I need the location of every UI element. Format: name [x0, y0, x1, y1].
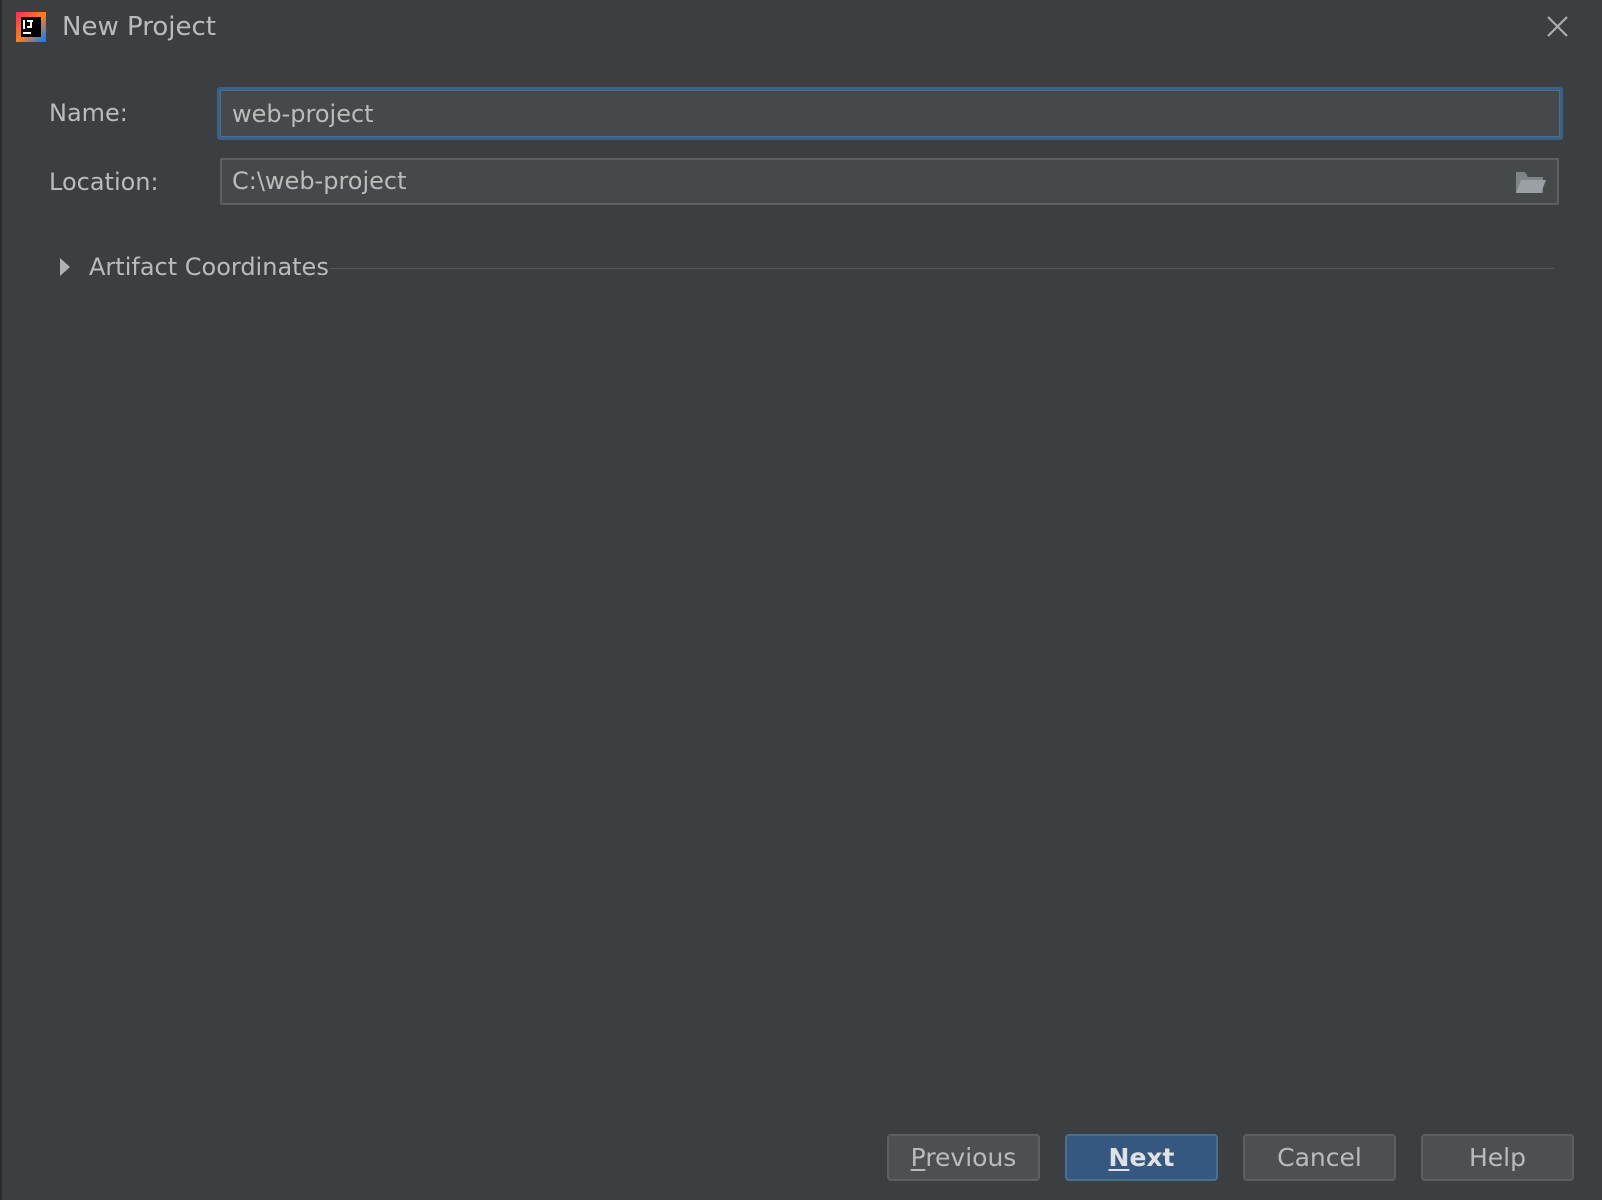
location-field[interactable] [220, 158, 1559, 205]
previous-label: revious [925, 1143, 1017, 1172]
window-title: New Project [62, 12, 216, 42]
name-field[interactable] [217, 87, 1563, 140]
next-button[interactable]: Next [1065, 1134, 1218, 1181]
close-icon[interactable] [1540, 10, 1574, 44]
location-input[interactable] [222, 160, 1502, 203]
name-label: Name: [49, 99, 128, 127]
window-edge [0, 0, 2, 1200]
artifact-coordinates-toggle[interactable]: Artifact Coordinates [89, 250, 329, 284]
next-mnemonic: N [1108, 1143, 1130, 1172]
name-input[interactable] [220, 90, 1560, 137]
next-label: ext [1129, 1143, 1175, 1172]
section-divider [330, 268, 1554, 269]
title-bar: New Project [0, 0, 1602, 54]
cancel-button[interactable]: Cancel [1243, 1134, 1396, 1181]
folder-open-icon[interactable] [1515, 169, 1547, 195]
intellij-idea-icon [16, 12, 46, 42]
location-label: Location: [49, 168, 159, 196]
new-project-dialog: New Project Name: Location: Artifact Coo… [0, 0, 1602, 1200]
help-button[interactable]: Help [1421, 1134, 1574, 1181]
expand-arrow-icon[interactable] [58, 256, 72, 278]
artifact-coordinates-section: Artifact Coordinates [56, 250, 1556, 284]
previous-mnemonic: P [910, 1143, 926, 1172]
previous-button[interactable]: Previous [887, 1134, 1040, 1181]
